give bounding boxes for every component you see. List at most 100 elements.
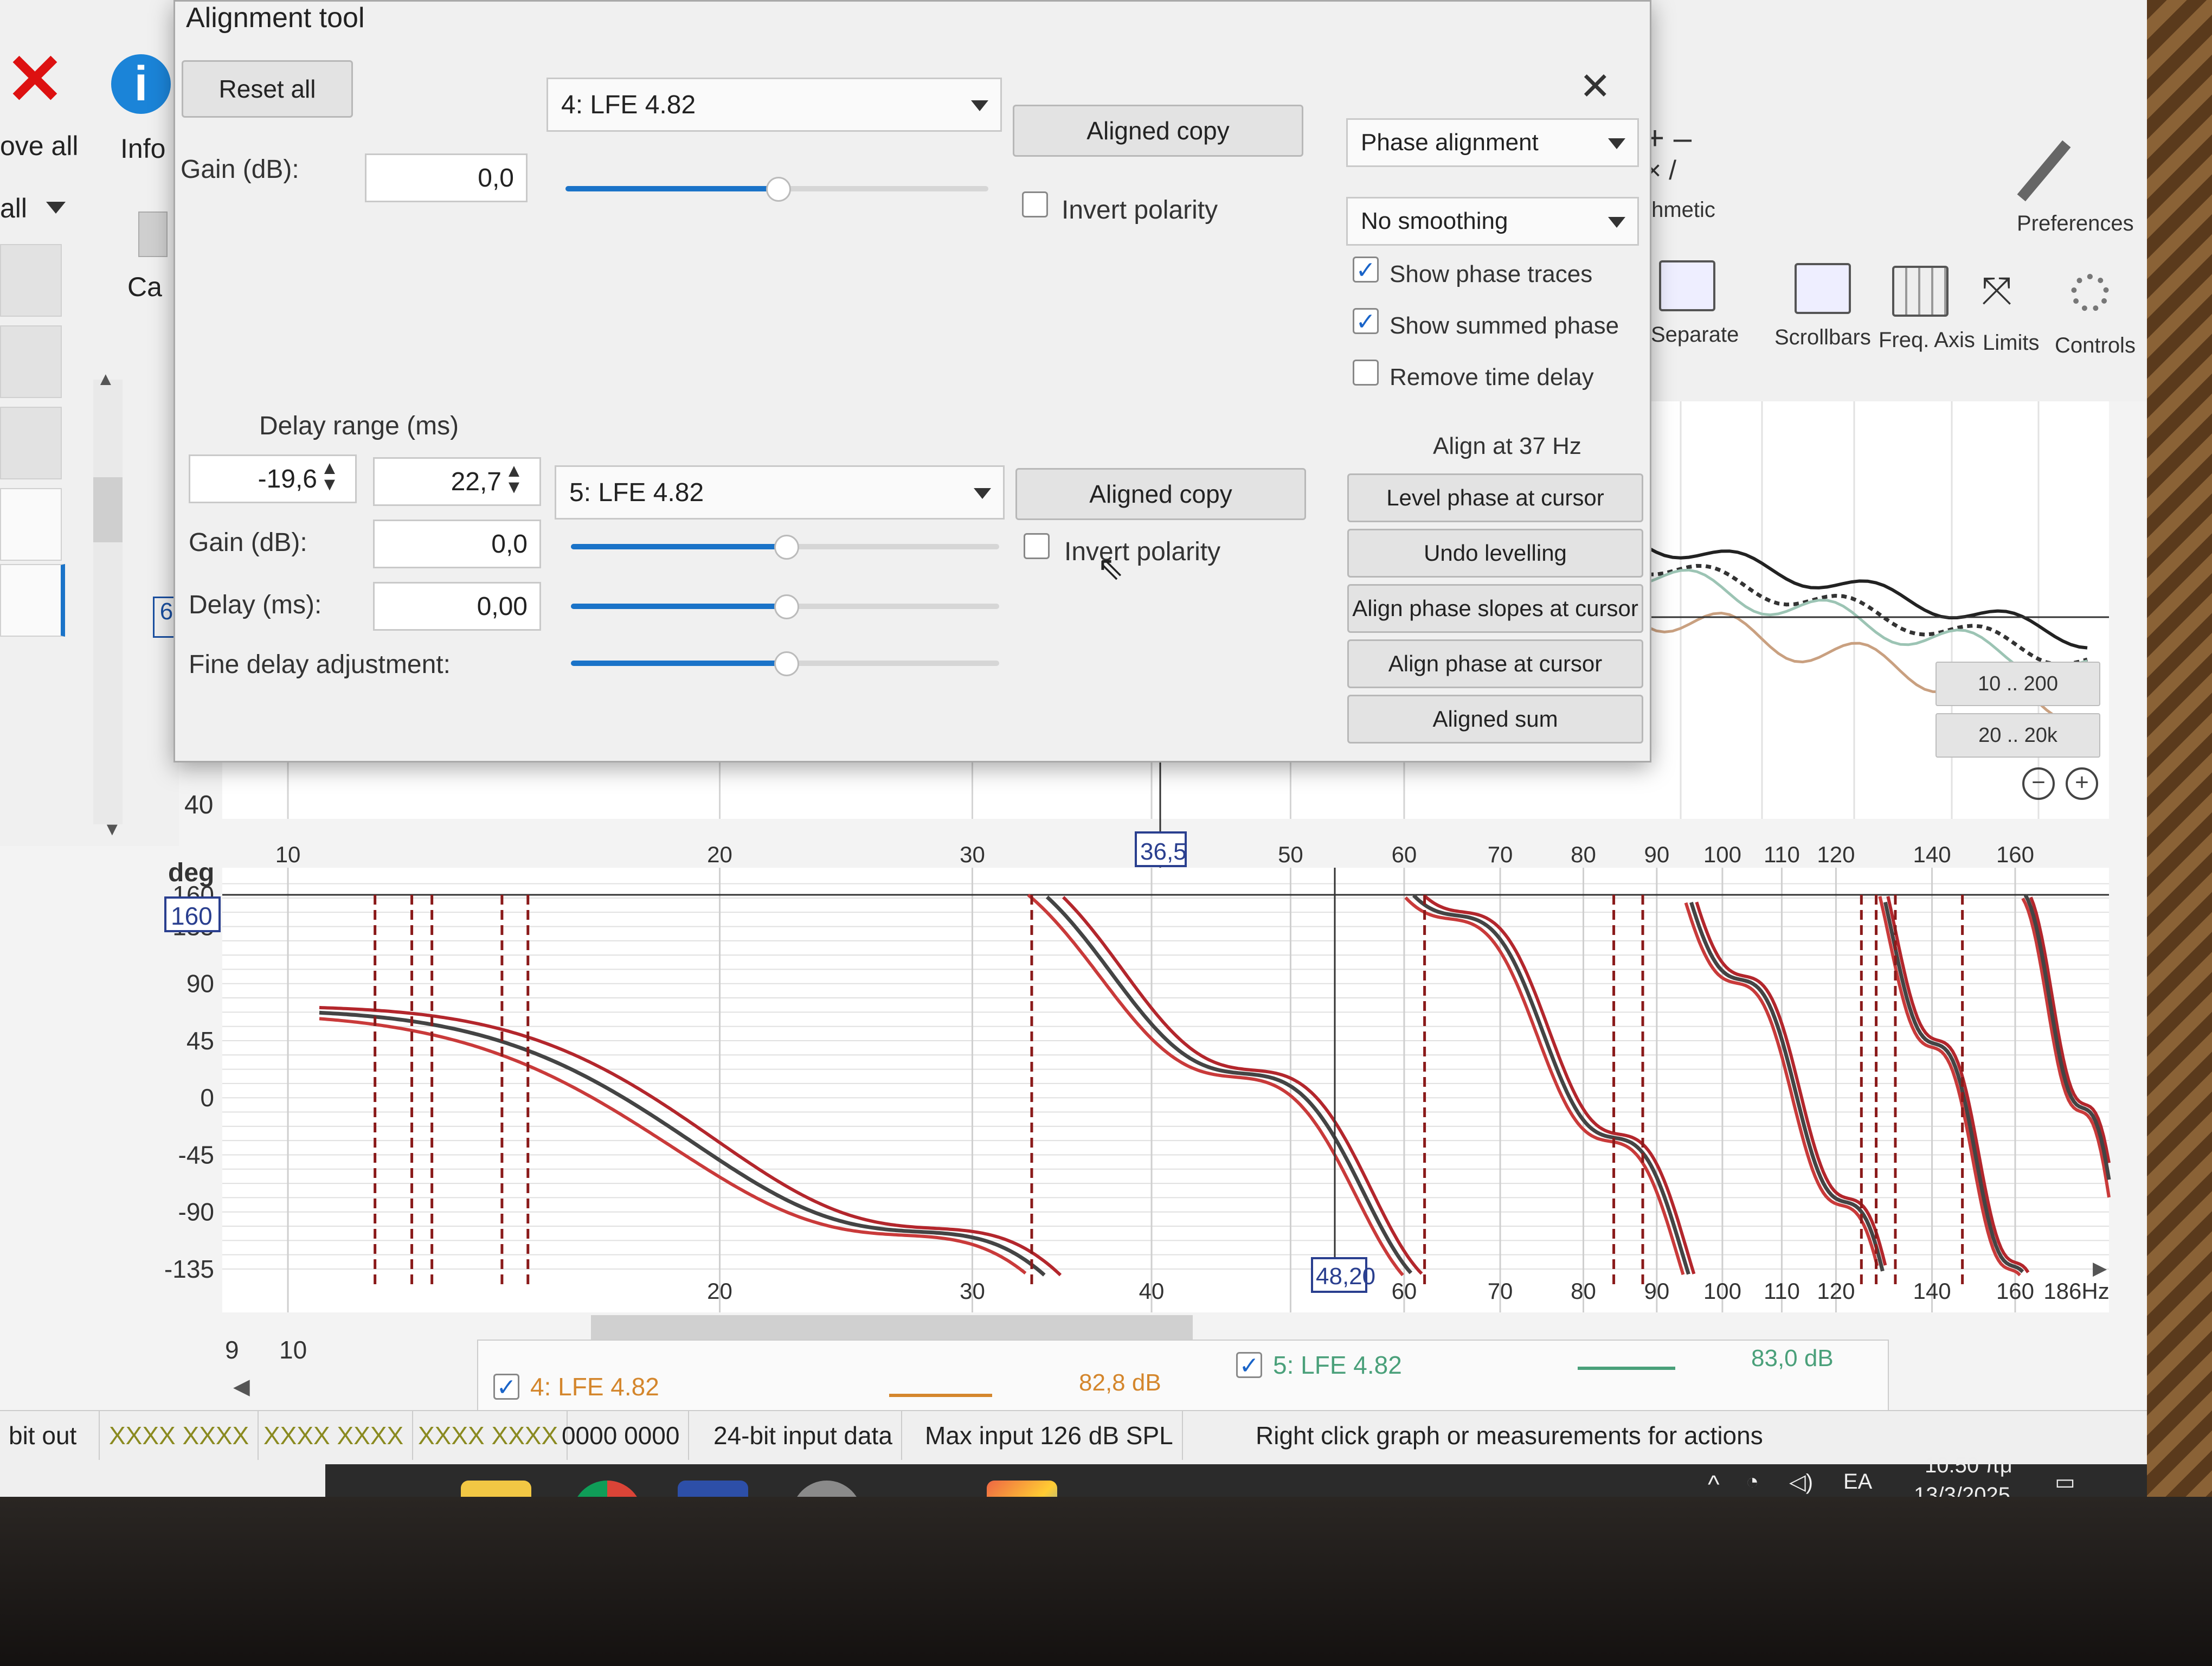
tray-volume-icon[interactable]: ◁) <box>1789 1470 1813 1495</box>
y-tick-label: 90 <box>187 970 214 998</box>
measurement-1-select[interactable]: 4: LFE 4.82 <box>546 78 1002 132</box>
dialog-title: Alignment tool <box>186 2 365 34</box>
chevron-down-icon <box>1608 217 1625 228</box>
legend-item-4[interactable]: ✓ 4: LFE 4.82 <box>493 1372 659 1401</box>
y-tick-label: -135 <box>164 1255 214 1283</box>
chrome-icon[interactable] <box>572 1481 642 1497</box>
x-tick-label-bottom: 186Hz <box>2043 1278 2109 1304</box>
slider-knob[interactable] <box>774 594 799 619</box>
x-tick-label-top: 60 <box>1392 842 1417 867</box>
show-phase-traces-label: Show phase traces <box>1390 261 1593 287</box>
delay-slider[interactable] <box>571 594 999 619</box>
smoothing-select-value: No smoothing <box>1361 208 1508 234</box>
slider-knob[interactable] <box>774 651 799 676</box>
cursor-y-readout: 160 <box>171 902 213 930</box>
measurement-2-select-value: 5: LFE 4.82 <box>569 478 704 507</box>
delay-min-spinner-icon[interactable]: ▲ ▼ <box>319 459 340 494</box>
measurement-2-select[interactable]: 5: LFE 4.82 <box>555 465 1005 520</box>
mode-select[interactable]: Phase alignment <box>1346 118 1639 167</box>
fine-delay-label: Fine delay adjustment: <box>189 650 451 679</box>
invert-polarity-2-label: Invert polarity <box>1064 537 1221 566</box>
mode-select-value: Phase alignment <box>1361 129 1539 156</box>
tray-language[interactable]: EA <box>1843 1470 1872 1494</box>
input-data-label: 24-bit input data <box>705 1411 902 1460</box>
x-tick-label-top: 20 <box>707 842 732 867</box>
tray-chevron-up-icon[interactable]: ^ <box>1708 1470 1720 1497</box>
tray-network-icon[interactable]: ◔ <box>1746 1470 1759 1494</box>
gain-1-label: Gain (dB): <box>181 155 299 184</box>
scroll-left-icon: ◀ <box>233 1375 250 1399</box>
cursor-bottom-readout: 48,20 <box>1316 1263 1375 1290</box>
slider-knob[interactable] <box>774 535 799 560</box>
color-app-icon[interactable] <box>987 1481 1057 1497</box>
legend-4-label: 4: LFE 4.82 <box>530 1373 659 1401</box>
legend-item-5[interactable]: ✓ 5: LFE 4.82 <box>1236 1350 1402 1380</box>
gain-2-slider[interactable] <box>571 535 999 560</box>
show-summed-phase-label: Show summed phase <box>1390 312 1619 339</box>
x-tick-label-top: 140 <box>1913 842 1951 867</box>
x-tick-label-top: 100 <box>1703 842 1741 867</box>
bit-field: XXXX XXXX <box>409 1411 568 1460</box>
file-explorer-icon[interactable] <box>461 1481 531 1497</box>
align-at-label: Align at 37 Hz <box>1433 433 1581 459</box>
level-phase-at-cursor-button[interactable]: Level phase at cursor <box>1347 473 1643 522</box>
reset-all-button[interactable]: Reset all <box>182 60 353 118</box>
aligned-copy-1-button[interactable]: Aligned copy <box>1013 105 1303 157</box>
x-tick-label-bottom: 20 <box>707 1278 732 1304</box>
slider-knob[interactable] <box>766 177 791 202</box>
legend-4-checkbox[interactable]: ✓ <box>493 1374 519 1400</box>
scroll-right-icon: ▶ <box>2093 1258 2107 1279</box>
range-20-20k-button[interactable]: 20 .. 20k <box>1935 713 2100 758</box>
tray-date[interactable]: 13/3/2025 <box>1914 1483 2010 1497</box>
gain-2-field[interactable]: 0,0 <box>373 520 541 568</box>
show-phase-traces-checkbox[interactable]: ✓ <box>1353 257 1379 283</box>
rew-icon[interactable]: REW <box>678 1481 748 1497</box>
remove-time-delay-checkbox[interactable] <box>1353 360 1379 386</box>
close-icon[interactable]: ✕ <box>1579 64 1611 108</box>
y-tick-label: -45 <box>178 1140 214 1169</box>
chevron-down-icon <box>1608 138 1625 149</box>
gain-2-label: Gain (dB): <box>189 528 307 557</box>
align-phase-at-cursor-button[interactable]: Align phase at cursor <box>1347 639 1643 688</box>
show-summed-phase-checkbox[interactable]: ✓ <box>1353 308 1379 335</box>
background-decor <box>2147 0 2212 1497</box>
x-tick-label-bottom: 110 <box>1764 1278 1800 1304</box>
legend-5-checkbox[interactable]: ✓ <box>1236 1352 1262 1379</box>
notification-icon[interactable]: ▭ <box>2055 1470 2075 1495</box>
delay-max-spinner-icon[interactable]: ▲ ▼ <box>503 462 525 496</box>
tray-time[interactable]: 10:50 πμ <box>1925 1453 2012 1478</box>
zoom-in-icon[interactable]: + <box>2066 767 2098 800</box>
x-tick-label-top: 70 <box>1488 842 1513 867</box>
y-tick-label: 0 <box>200 1084 214 1112</box>
delay-label: Delay (ms): <box>189 591 322 619</box>
x-tick-label-bottom: 30 <box>960 1278 985 1304</box>
gain-1-slider[interactable] <box>565 177 988 202</box>
smoothing-select[interactable]: No smoothing <box>1346 197 1639 246</box>
x-tick-label-top: 110 <box>1764 842 1800 867</box>
task-view-icon[interactable]: ⊟ <box>352 1481 423 1497</box>
fine-delay-slider[interactable] <box>571 651 999 676</box>
audio-app-icon[interactable]: ⌾ <box>889 1481 960 1497</box>
delay-field[interactable]: 0,00 <box>373 582 541 631</box>
chevron-down-icon <box>974 488 991 499</box>
x-tick-label-bottom: 140 <box>1913 1278 1951 1304</box>
measurement-1-select-value: 4: LFE 4.82 <box>561 90 696 119</box>
invert-polarity-1-checkbox[interactable] <box>1022 191 1048 217</box>
alignment-tool-dialog: Alignment tool ✕ Reset all 4: LFE 4.82 A… <box>173 0 1651 762</box>
gain-1-field[interactable]: 0,0 <box>365 153 528 202</box>
slider-fill <box>571 604 785 609</box>
undo-levelling-button[interactable]: Undo levelling <box>1347 529 1643 578</box>
invert-polarity-2-checkbox[interactable] <box>1024 533 1050 559</box>
aligned-sum-button[interactable]: Aligned sum <box>1347 695 1643 744</box>
x-tick-label-top: 90 <box>1644 842 1669 867</box>
range-10-200-button[interactable]: 10 .. 200 <box>1935 662 2100 706</box>
dsp-icon[interactable]: DSP <box>792 1481 862 1497</box>
status-hint: Right click graph or measurements for ac… <box>1256 1421 1763 1450</box>
nav-tick-label: 9 <box>225 1336 239 1364</box>
align-phase-slopes-at-cursor-button[interactable]: Align phase slopes at cursor <box>1347 584 1643 633</box>
cursor-top-readout: 36,5 <box>1140 838 1187 865</box>
zoom-out-icon[interactable]: − <box>2022 767 2055 800</box>
slider-fill <box>571 544 785 549</box>
aligned-copy-2-button[interactable]: Aligned copy <box>1015 468 1306 520</box>
legend-4-value: 82,8 dB <box>1079 1369 1161 1396</box>
